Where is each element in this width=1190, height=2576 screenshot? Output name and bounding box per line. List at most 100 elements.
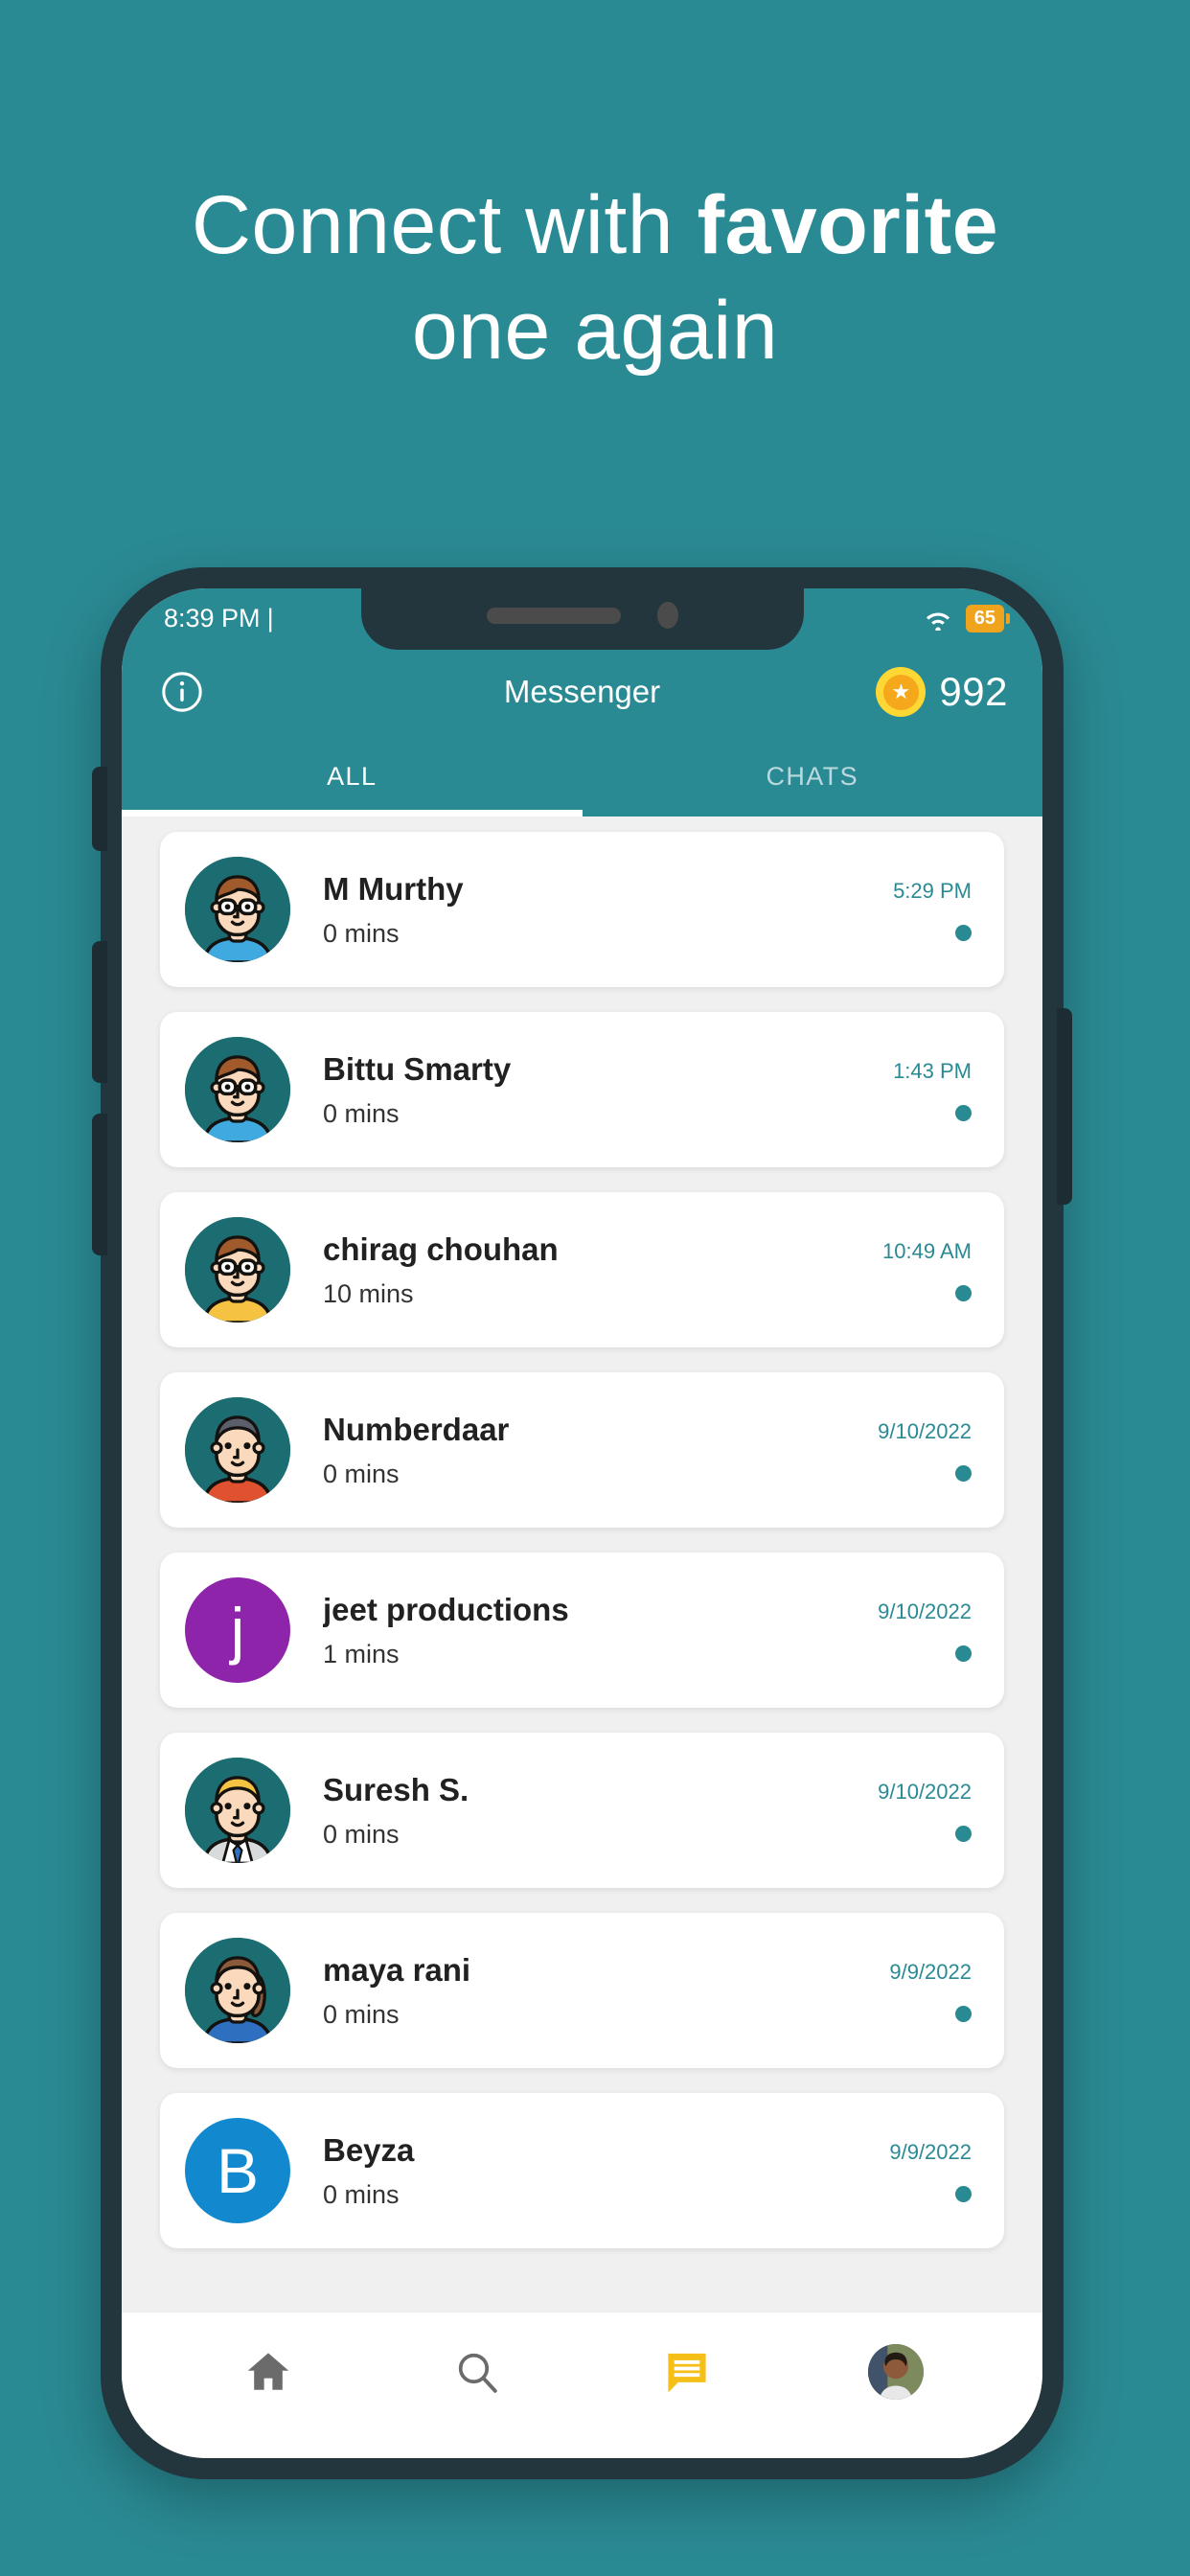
info-circle-icon[interactable] (160, 670, 204, 714)
contact-name: jeet productions (323, 1591, 569, 1627)
phone-screen: 8:39 PM | 65 Messenger ★ 992 ALL CHATS M… (122, 588, 1042, 2458)
battery-level-label: 65 (965, 604, 1004, 632)
contact-avatar: B (185, 2118, 290, 2223)
chat-timestamp: 5:29 PM (893, 878, 972, 903)
chat-list-item[interactable]: chirag chouhan 10 mins 10:49 AM (160, 1192, 1004, 1347)
promo-line-1-emphasis: favorite (697, 179, 999, 271)
status-bar: 8:39 PM | 65 (122, 588, 1042, 650)
status-bar-clock: 8:39 PM (164, 603, 261, 632)
phone-silent-switch[interactable] (92, 767, 107, 851)
chat-item-text: Suresh S. 0 mins (323, 1772, 878, 1850)
chat-item-meta: 10:49 AM (882, 1239, 972, 1301)
chat-timestamp: 9/9/2022 (889, 1959, 972, 1984)
wifi-icon (922, 606, 954, 631)
chat-timestamp: 9/10/2022 (878, 1779, 972, 1804)
unread-indicator-dot (955, 1284, 972, 1301)
unread-indicator-dot (955, 1464, 972, 1482)
contact-name: chirag chouhan (323, 1230, 559, 1267)
chat-timestamp: 9/10/2022 (878, 1418, 972, 1443)
coin-balance[interactable]: ★ 992 (876, 667, 1008, 717)
nav-profile-button[interactable] (853, 2334, 939, 2410)
chat-duration: 0 mins (323, 2179, 400, 2209)
chat-timestamp: 10:49 AM (882, 1238, 972, 1263)
message-icon (668, 2353, 706, 2393)
chat-item-meta: 9/10/2022 (878, 1419, 972, 1482)
contact-avatar (185, 1938, 290, 2043)
search-icon (459, 2353, 498, 2393)
tab-chats[interactable]: CHATS (583, 736, 1043, 816)
unread-indicator-dot (955, 924, 972, 941)
battery-cap (1006, 612, 1010, 624)
chat-timestamp: 1:43 PM (893, 1058, 972, 1083)
contact-avatar (185, 1397, 290, 1503)
nav-messages-button[interactable] (644, 2334, 730, 2410)
earpiece-speaker (486, 607, 621, 624)
contact-name: Bittu Smarty (323, 1050, 512, 1087)
contact-name: Suresh S. (323, 1771, 469, 1807)
phone-volume-down-button[interactable] (92, 1114, 107, 1255)
star-coin-icon: ★ (876, 667, 927, 717)
phone-mockup: 8:39 PM | 65 Messenger ★ 992 ALL CHATS M… (92, 567, 1072, 2479)
chat-duration: 0 mins (323, 1999, 400, 2029)
home-icon (247, 2353, 289, 2390)
contact-name: Beyza (323, 2131, 415, 2168)
chat-duration: 1 mins (323, 1639, 400, 1668)
unread-indicator-dot (955, 2005, 972, 2022)
chat-list-item[interactable]: j jeet productions 1 mins 9/10/2022 (160, 1552, 1004, 1708)
chat-item-meta: 9/10/2022 (878, 1780, 972, 1842)
contact-avatar (185, 1758, 290, 1863)
chat-item-meta: 9/9/2022 (889, 1960, 972, 2022)
chat-item-meta: 9/9/2022 (889, 2140, 972, 2202)
chat-list-item[interactable]: Suresh S. 0 mins 9/10/2022 (160, 1733, 1004, 1888)
chat-duration: 0 mins (323, 1819, 400, 1849)
chat-item-text: maya rani 0 mins (323, 1952, 889, 2030)
promo-headline: Connect with favorite one again (0, 172, 1190, 383)
contact-name: M Murthy (323, 870, 464, 907)
unread-indicator-dot (955, 1644, 972, 1662)
phone-notch (360, 588, 804, 650)
chat-duration: 0 mins (323, 1459, 400, 1488)
tab-all-label: ALL (327, 761, 378, 791)
contact-name: Numberdaar (323, 1411, 510, 1447)
phone-volume-up-button[interactable] (92, 941, 107, 1083)
contact-avatar: j (185, 1577, 290, 1683)
chat-item-text: Beyza 0 mins (323, 2132, 889, 2210)
contact-name: maya rani (323, 1951, 471, 1988)
chat-list-item[interactable]: Numberdaar 0 mins 9/10/2022 (160, 1372, 1004, 1528)
chat-duration: 10 mins (323, 1278, 414, 1308)
front-camera (656, 602, 678, 629)
chat-item-meta: 9/10/2022 (878, 1599, 972, 1662)
battery-icon: 65 (965, 604, 1010, 632)
chat-timestamp: 9/9/2022 (889, 2139, 972, 2164)
status-bar-left: 8:39 PM | (164, 604, 274, 633)
promo-line-1: Connect with favorite (38, 172, 1152, 278)
tab-bar: ALL CHATS (122, 736, 1042, 816)
chat-list-item[interactable]: B Beyza 0 mins 9/9/2022 (160, 2093, 1004, 2248)
chat-item-meta: 1:43 PM (893, 1059, 972, 1121)
star-glyph: ★ (882, 674, 919, 710)
chat-timestamp: 9/10/2022 (878, 1598, 972, 1623)
unread-indicator-dot (955, 2185, 972, 2202)
chat-list-item[interactable]: M Murthy 0 mins 5:29 PM (160, 832, 1004, 987)
chat-item-text: jeet productions 1 mins (323, 1592, 878, 1669)
chat-item-meta: 5:29 PM (893, 879, 972, 941)
chat-list-item[interactable]: maya rani 0 mins 9/9/2022 (160, 1913, 1004, 2068)
phone-power-button[interactable] (1057, 1008, 1072, 1205)
chat-duration: 0 mins (323, 918, 400, 948)
chat-item-text: chirag chouhan 10 mins (323, 1231, 882, 1309)
contact-avatar (185, 857, 290, 962)
nav-home-button[interactable] (225, 2334, 311, 2410)
coin-count-label: 992 (939, 669, 1008, 714)
status-bar-right: 65 (922, 604, 1010, 632)
chat-list-item[interactable]: Bittu Smarty 0 mins 1:43 PM (160, 1012, 1004, 1167)
contact-avatar (185, 1037, 290, 1142)
tab-all[interactable]: ALL (122, 736, 583, 816)
unread-indicator-dot (955, 1104, 972, 1121)
chat-list[interactable]: M Murthy 0 mins 5:29 PM Bittu Smarty 0 mins 1… (122, 816, 1042, 2312)
chat-item-text: Bittu Smarty 0 mins (323, 1051, 893, 1129)
nav-search-button[interactable] (434, 2334, 520, 2410)
status-bar-clock-suffix: | (266, 603, 274, 632)
contact-avatar (185, 1217, 290, 1322)
app-bar: Messenger ★ 992 (122, 648, 1042, 736)
profile-avatar-icon (867, 2344, 924, 2400)
